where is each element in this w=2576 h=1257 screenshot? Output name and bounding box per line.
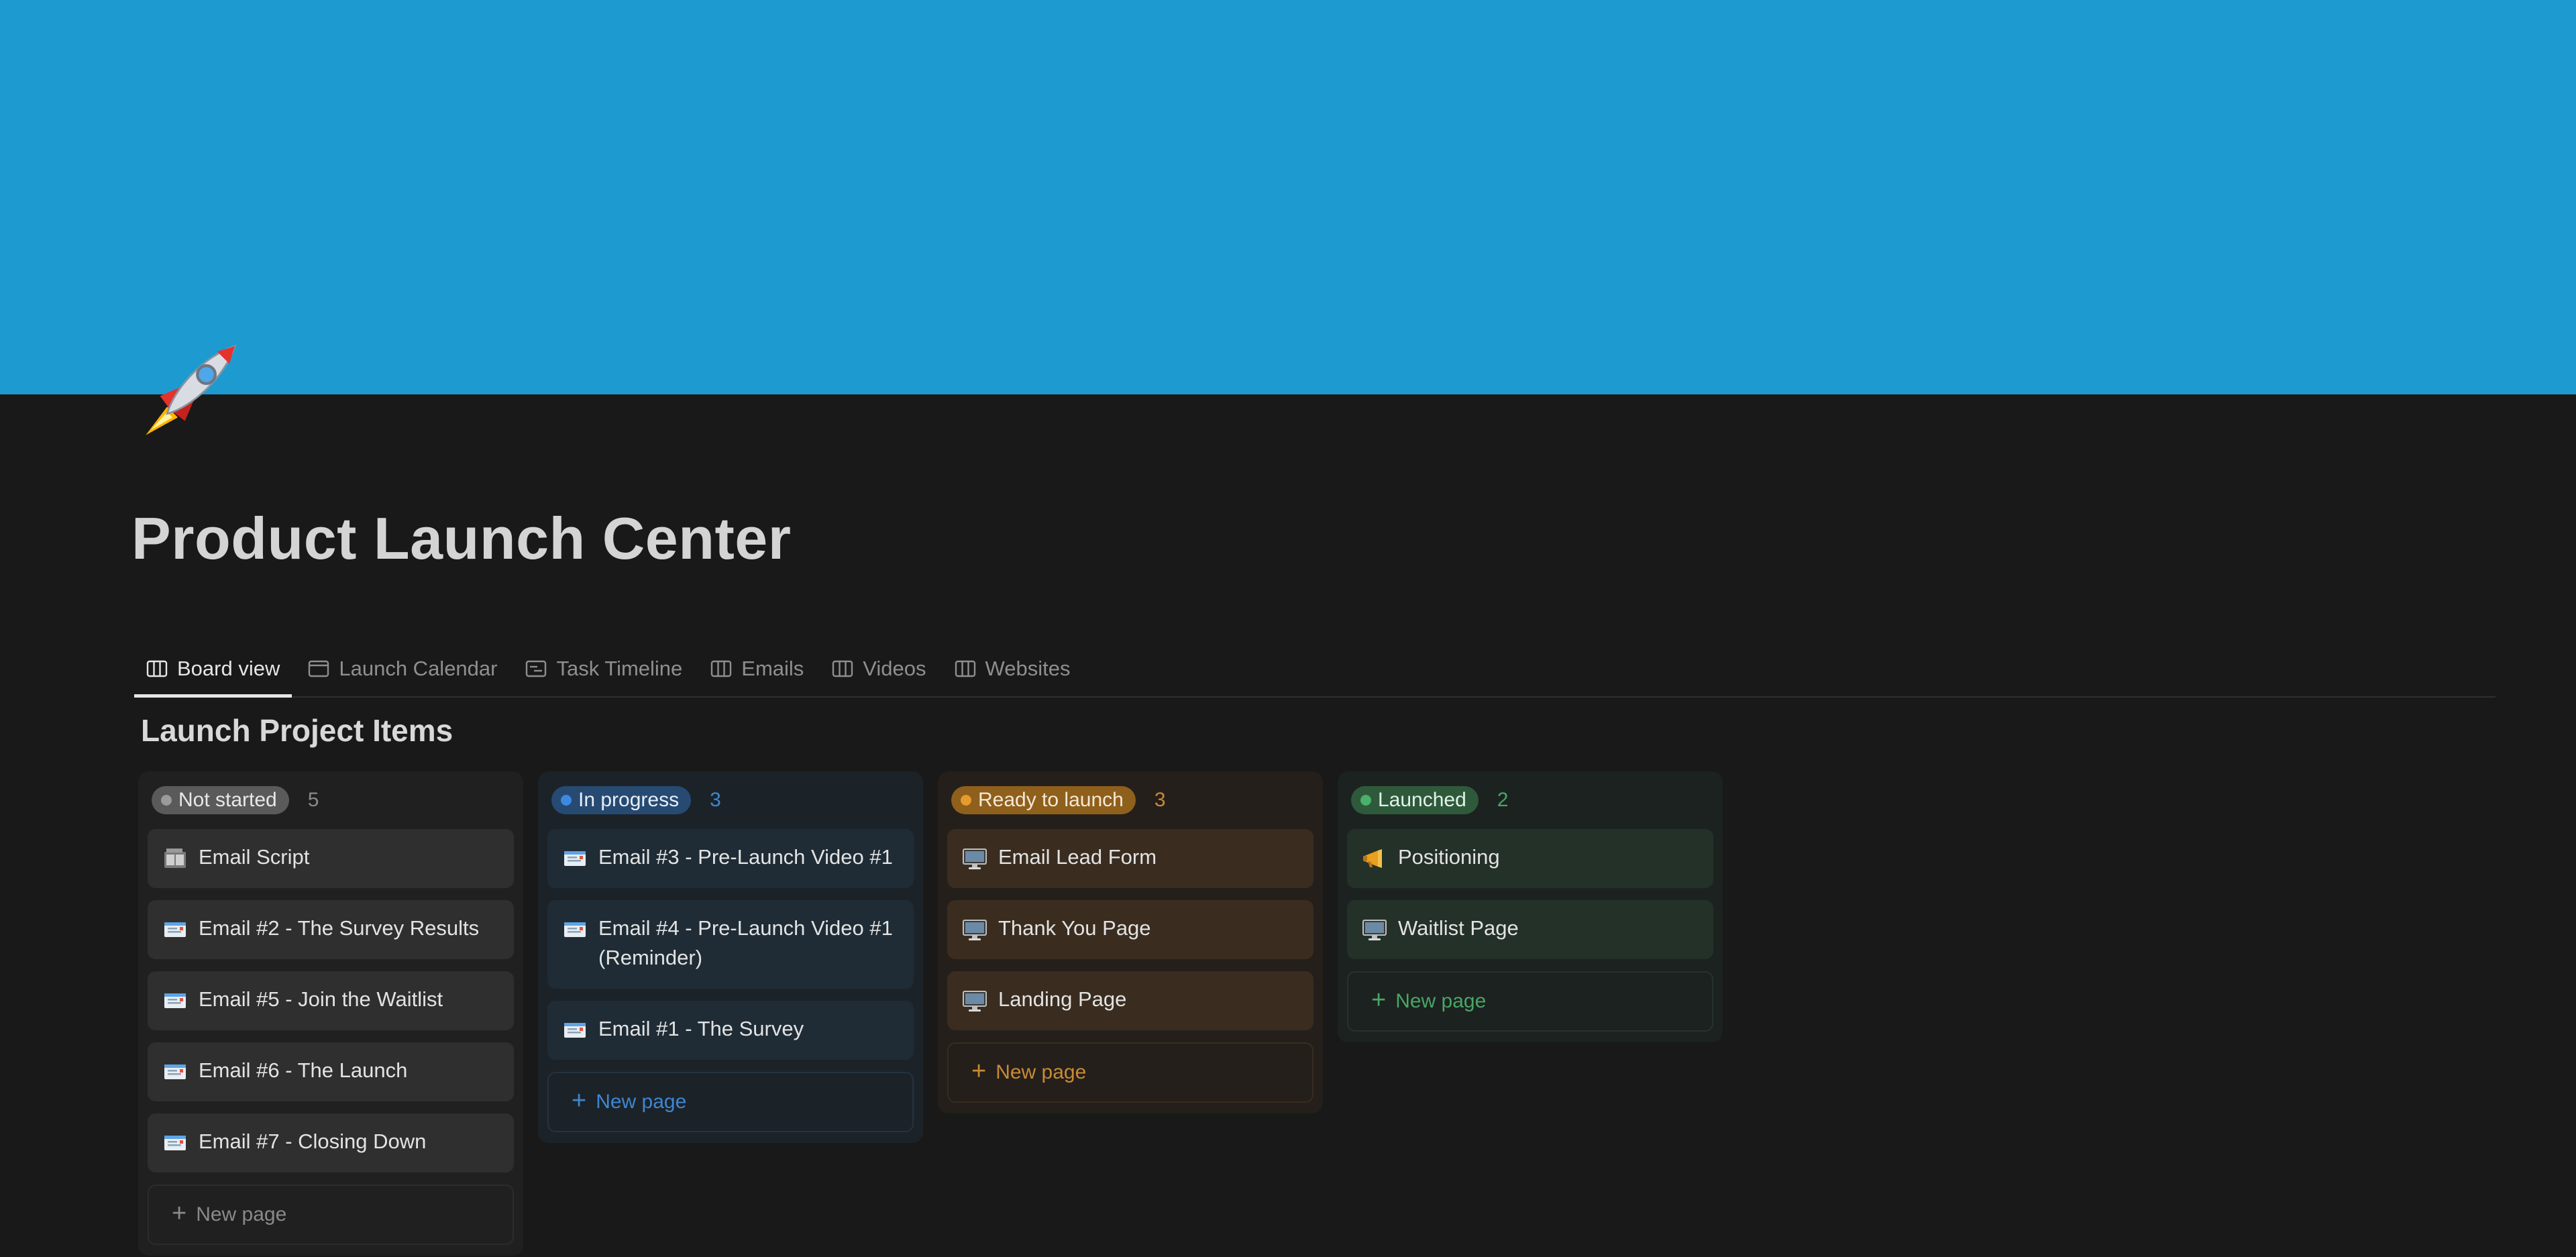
board-card[interactable]: Email #3 - Pre-Launch Video #1 bbox=[547, 829, 914, 888]
tab-videos[interactable]: Videos bbox=[820, 645, 938, 696]
new-page-button[interactable]: + New page bbox=[547, 1072, 914, 1132]
new-page-button[interactable]: + New page bbox=[1347, 971, 1713, 1032]
status-badge[interactable]: Launched bbox=[1351, 786, 1479, 814]
column-header: Launched 2 bbox=[1347, 779, 1713, 821]
board-card[interactable]: Positioning bbox=[1347, 829, 1713, 888]
email-icon bbox=[562, 1018, 588, 1042]
card-title: Email #5 - Join the Waitlist bbox=[199, 987, 443, 1011]
board-icon bbox=[955, 659, 976, 678]
tab-label: Launch Calendar bbox=[339, 657, 498, 680]
tab-task-timeline[interactable]: Task Timeline bbox=[513, 645, 694, 696]
new-page-button[interactable]: + New page bbox=[947, 1042, 1313, 1103]
status-dot bbox=[961, 795, 971, 806]
desktop-computer-icon bbox=[1362, 918, 1387, 942]
plus-icon: + bbox=[172, 1199, 187, 1227]
new-page-label: New page bbox=[1395, 990, 1487, 1012]
board: Not started 5 Email Script Email #2 - Th… bbox=[138, 771, 1723, 1256]
calendar-icon bbox=[308, 659, 329, 678]
board-card[interactable]: Email #1 - The Survey bbox=[547, 1001, 914, 1060]
board-column-ready-to-launch: Ready to launch 3 Email Lead Form Thank … bbox=[938, 771, 1323, 1113]
new-page-label: New page bbox=[996, 1061, 1087, 1083]
card-title: Email #1 - The Survey bbox=[598, 1017, 804, 1040]
email-icon bbox=[162, 918, 188, 942]
column-count: 3 bbox=[1154, 789, 1166, 811]
email-icon bbox=[162, 1131, 188, 1155]
board-card[interactable]: Thank You Page bbox=[947, 900, 1313, 959]
timeline-icon bbox=[525, 659, 547, 678]
view-tabs: Board view Launch Calendar Task Timeline… bbox=[134, 645, 2496, 698]
email-icon bbox=[162, 1060, 188, 1084]
column-header: In progress 3 bbox=[547, 779, 914, 821]
tab-launch-calendar[interactable]: Launch Calendar bbox=[296, 645, 509, 696]
board-column-in-progress: In progress 3 Email #3 - Pre-Launch Vide… bbox=[538, 771, 923, 1143]
status-label: In progress bbox=[578, 789, 680, 811]
email-icon bbox=[162, 989, 188, 1013]
board-column-launched: Launched 2 Positioning Waitlist Page + N… bbox=[1338, 771, 1723, 1042]
status-dot bbox=[1360, 795, 1371, 806]
status-label: Launched bbox=[1378, 789, 1466, 811]
database-title[interactable]: Launch Project Items bbox=[141, 712, 453, 749]
plus-icon: + bbox=[1371, 986, 1387, 1014]
board-icon bbox=[832, 659, 853, 678]
board-card[interactable]: Email #7 - Closing Down bbox=[148, 1113, 514, 1172]
card-title: Landing Page bbox=[998, 987, 1127, 1011]
new-page-label: New page bbox=[596, 1091, 687, 1113]
board-icon bbox=[146, 659, 168, 678]
new-page-button[interactable]: + New page bbox=[148, 1185, 514, 1245]
megaphone-icon bbox=[1362, 846, 1387, 871]
board-column-not-started: Not started 5 Email Script Email #2 - Th… bbox=[138, 771, 523, 1256]
column-header: Not started 5 bbox=[148, 779, 514, 821]
tab-board-view[interactable]: Board view bbox=[134, 645, 292, 698]
board-card[interactable]: Email #4 - Pre-Launch Video #1 (Reminder… bbox=[547, 900, 914, 989]
card-title: Email Script bbox=[199, 845, 310, 869]
tab-label: Task Timeline bbox=[556, 657, 683, 680]
tab-websites[interactable]: Websites bbox=[943, 645, 1083, 696]
status-badge[interactable]: Ready to launch bbox=[951, 786, 1136, 814]
film-frames-icon bbox=[162, 846, 188, 871]
board-card[interactable]: Waitlist Page bbox=[1347, 900, 1713, 959]
email-icon bbox=[562, 918, 588, 942]
plus-icon: + bbox=[572, 1087, 587, 1115]
desktop-computer-icon bbox=[962, 918, 987, 942]
column-count: 2 bbox=[1497, 789, 1509, 811]
column-count: 5 bbox=[307, 789, 319, 811]
tab-label: Emails bbox=[741, 657, 804, 680]
card-title: Email #4 - Pre-Launch Video #1 (Reminder… bbox=[598, 916, 893, 969]
board-card[interactable]: Email #2 - The Survey Results bbox=[148, 900, 514, 959]
column-header: Ready to launch 3 bbox=[947, 779, 1313, 821]
rocket-icon[interactable] bbox=[131, 335, 246, 449]
status-badge[interactable]: Not started bbox=[152, 786, 289, 814]
board-icon bbox=[710, 659, 732, 678]
board-card[interactable]: Landing Page bbox=[947, 971, 1313, 1030]
tab-label: Websites bbox=[985, 657, 1071, 680]
page-title: Product Launch Center bbox=[131, 505, 792, 571]
status-label: Ready to launch bbox=[978, 789, 1124, 811]
board-card[interactable]: Email #5 - Join the Waitlist bbox=[148, 971, 514, 1030]
status-dot bbox=[161, 795, 172, 806]
tab-emails[interactable]: Emails bbox=[698, 645, 816, 696]
status-badge[interactable]: In progress bbox=[551, 786, 692, 814]
card-title: Positioning bbox=[1398, 845, 1500, 869]
email-icon bbox=[562, 846, 588, 871]
status-dot bbox=[561, 795, 572, 806]
card-title: Email Lead Form bbox=[998, 845, 1157, 869]
new-page-label: New page bbox=[196, 1203, 287, 1225]
status-label: Not started bbox=[178, 789, 277, 811]
desktop-computer-icon bbox=[962, 989, 987, 1013]
tab-label: Videos bbox=[863, 657, 926, 680]
card-title: Email #6 - The Launch bbox=[199, 1058, 408, 1082]
card-title: Email #7 - Closing Down bbox=[199, 1130, 427, 1153]
card-title: Thank You Page bbox=[998, 916, 1151, 940]
board-card[interactable]: Email Script bbox=[148, 829, 514, 888]
board-card[interactable]: Email #6 - The Launch bbox=[148, 1042, 514, 1101]
card-title: Email #2 - The Survey Results bbox=[199, 916, 480, 940]
board-card[interactable]: Email Lead Form bbox=[947, 829, 1313, 888]
column-count: 3 bbox=[710, 789, 721, 811]
desktop-computer-icon bbox=[962, 846, 987, 871]
page-cover[interactable] bbox=[0, 0, 2576, 394]
card-title: Email #3 - Pre-Launch Video #1 bbox=[598, 845, 893, 869]
tab-label: Board view bbox=[177, 657, 280, 680]
plus-icon: + bbox=[971, 1057, 987, 1085]
card-title: Waitlist Page bbox=[1398, 916, 1519, 940]
